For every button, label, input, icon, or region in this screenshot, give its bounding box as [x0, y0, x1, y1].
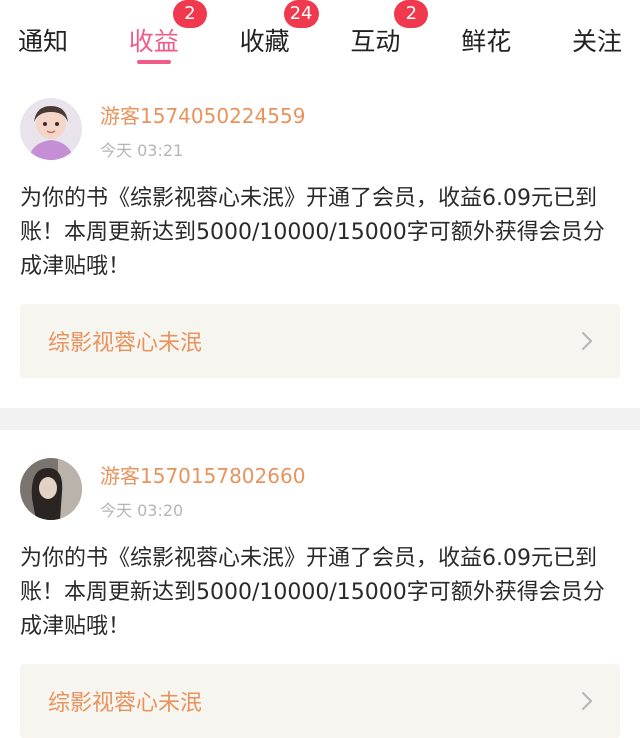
tab-label: 收藏: [239, 27, 290, 56]
tab-label: 通知: [18, 27, 69, 56]
tab-interactions[interactable]: 互动 2: [350, 0, 429, 70]
chevron-right-icon: [581, 331, 593, 351]
section-divider: [0, 408, 640, 430]
tab-earnings[interactable]: 收益 2: [128, 0, 207, 70]
count-badge: 24: [283, 0, 319, 28]
username[interactable]: 游客1574050224559: [100, 100, 305, 129]
tab-follows[interactable]: 关注: [572, 0, 622, 70]
tab-label: 关注: [571, 27, 622, 56]
timestamp: 今天 03:20: [100, 501, 184, 520]
book-title: 综影视蓉心未泯: [48, 331, 203, 356]
tab-label: 互动: [350, 27, 401, 56]
tab-bar: 通知 收益 2 收藏 24 互动 2 鲜花 关注: [0, 0, 640, 70]
message-header: 游客1574050224559 今天 03:21: [20, 98, 620, 164]
tab-label: 鲜花: [461, 27, 512, 56]
book-title: 综影视蓉心未泯: [48, 691, 203, 716]
avatar[interactable]: [20, 458, 82, 520]
chevron-right-icon: [581, 691, 593, 711]
message-card: 游客1570157802660 今天 03:20 为你的书《综影视蓉心未泯》开通…: [0, 430, 640, 738]
book-link[interactable]: 综影视蓉心未泯: [20, 304, 620, 378]
message-text: 为你的书《综影视蓉心未泯》开通了会员，收益6.09元已到账！本周更新达到5000…: [20, 546, 605, 639]
message-card: 游客1574050224559 今天 03:21 为你的书《综影视蓉心未泯》开通…: [0, 70, 640, 378]
message-header: 游客1570157802660 今天 03:20: [20, 458, 620, 524]
tab-flowers[interactable]: 鲜花: [461, 0, 511, 70]
count-badge: 2: [172, 0, 207, 28]
tab-notifications[interactable]: 通知: [18, 0, 68, 70]
book-link[interactable]: 综影视蓉心未泯: [20, 664, 620, 738]
message-text: 为你的书《综影视蓉心未泯》开通了会员，收益6.09元已到账！本周更新达到5000…: [20, 186, 605, 279]
tab-favorites[interactable]: 收藏 24: [239, 0, 319, 70]
username[interactable]: 游客1570157802660: [100, 460, 305, 489]
active-tab-indicator: [136, 60, 171, 64]
avatar[interactable]: [20, 98, 82, 160]
tab-label: 收益: [128, 27, 179, 56]
timestamp: 今天 03:21: [100, 141, 184, 160]
count-badge: 2: [394, 0, 429, 28]
